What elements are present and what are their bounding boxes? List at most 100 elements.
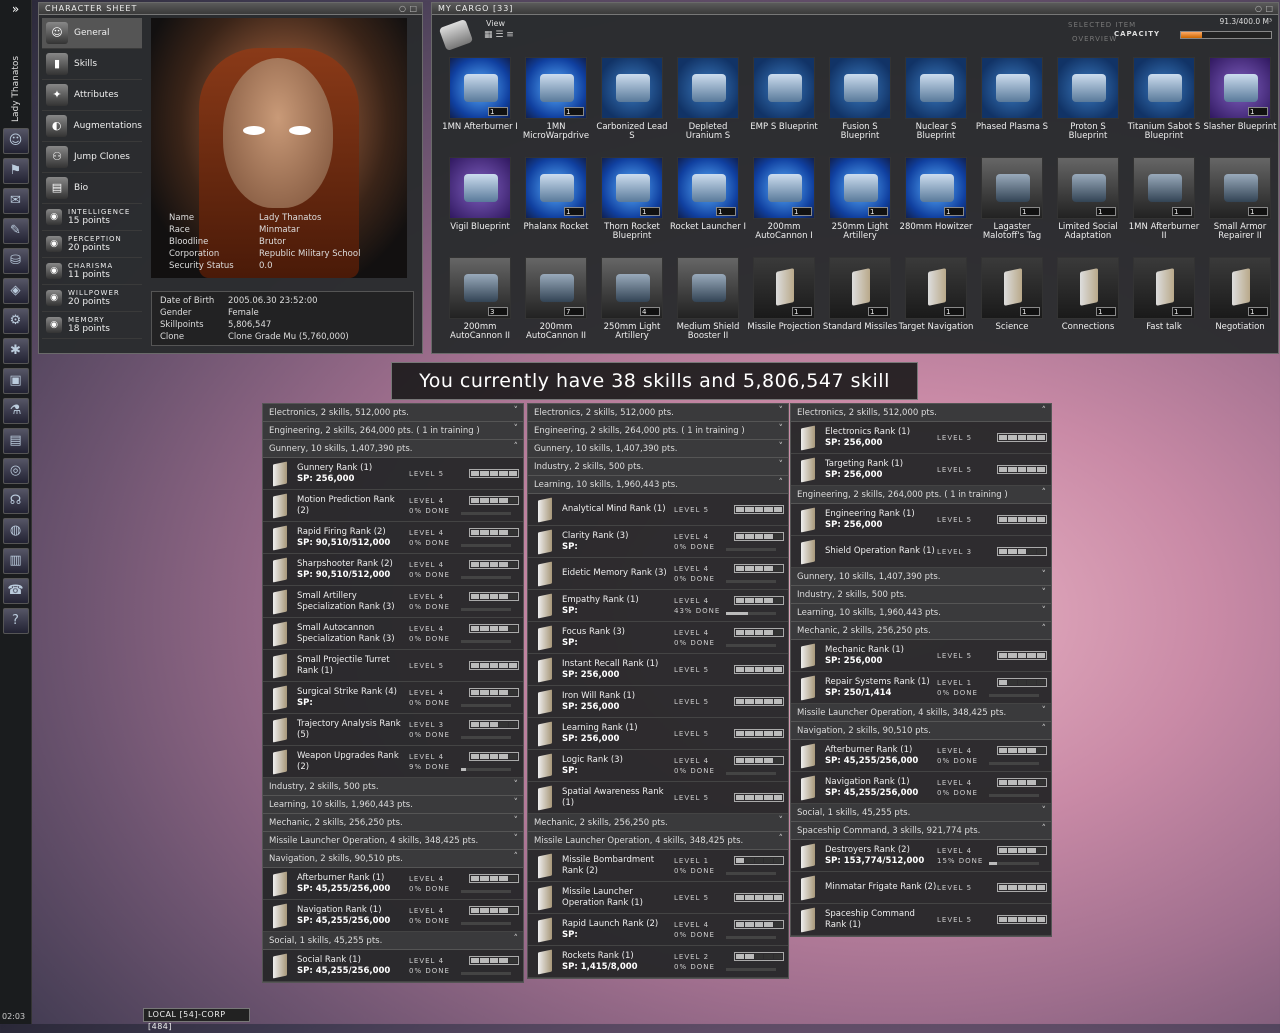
- skill-row[interactable]: Analytical Mind Rank (1) LEVEL 5: [528, 494, 788, 526]
- minimize-icon[interactable]: ○: [399, 4, 406, 13]
- skill-row[interactable]: Iron Will Rank (1) SP: 256,000 LEVEL 5: [528, 686, 788, 718]
- cargo-item[interactable]: 1 Science: [974, 257, 1050, 357]
- nav-jump-clones[interactable]: ⚇ Jump Clones: [42, 142, 142, 173]
- skill-group-header[interactable]: Engineering, 2 skills, 264,000 pts. ( 1 …: [528, 422, 788, 440]
- character-icon[interactable]: ☺: [2, 128, 29, 154]
- skill-row[interactable]: Targeting Rank (1) SP: 256,000 LEVEL 5: [791, 454, 1051, 486]
- skill-group-header[interactable]: Missile Launcher Operation, 4 skills, 34…: [791, 704, 1051, 722]
- assets-icon[interactable]: ⚙: [2, 308, 29, 334]
- cargo-item[interactable]: Vigil Blueprint: [442, 157, 518, 257]
- cargo-item[interactable]: 1 Small Armor Repairer II: [1202, 157, 1278, 257]
- skill-group-header[interactable]: Spaceship Command, 3 skills, 921,774 pts…: [791, 822, 1051, 840]
- collapse-toggle-icon[interactable]: ˄: [514, 852, 519, 862]
- nav-general[interactable]: ☺ General: [42, 18, 142, 49]
- cargo-item[interactable]: Carbonized Lead S: [594, 57, 670, 157]
- skill-group-header[interactable]: Industry, 2 skills, 500 pts. ˅: [528, 458, 788, 476]
- skill-group-header[interactable]: Mechanic, 2 skills, 256,250 pts. ˅: [528, 814, 788, 832]
- skill-row[interactable]: Learning Rank (1) SP: 256,000 LEVEL 5: [528, 718, 788, 750]
- skill-row[interactable]: Navigation Rank (1) SP: 45,255/256,000 LEV…: [263, 900, 523, 932]
- help-icon[interactable]: ?: [2, 608, 29, 634]
- collapse-toggle-icon[interactable]: ˄: [779, 834, 784, 844]
- ship-icon[interactable]: ▣: [2, 368, 29, 394]
- calculator-icon[interactable]: ▤: [2, 428, 29, 454]
- skill-row[interactable]: Small Autocannon Specialization Rank (3)…: [263, 618, 523, 650]
- collapse-toggle-icon[interactable]: ˅: [779, 816, 784, 826]
- cargo-item[interactable]: 1 Lagaster Malotoff's Tag: [974, 157, 1050, 257]
- cargo-item[interactable]: Fusion S Blueprint: [822, 57, 898, 157]
- skill-group-header[interactable]: Social, 1 skills, 45,255 pts. ˄: [263, 932, 523, 950]
- cargo-item[interactable]: Nuclear S Blueprint: [898, 57, 974, 157]
- skill-group-header[interactable]: Navigation, 2 skills, 90,510 pts. ˄: [791, 722, 1051, 740]
- cargo-item[interactable]: 1 250mm Light Artillery: [822, 157, 898, 257]
- collapse-toggle-icon[interactable]: ˅: [1042, 570, 1047, 580]
- nav-bio[interactable]: ▤ Bio: [42, 173, 142, 204]
- map-icon[interactable]: ◈: [2, 278, 29, 304]
- skill-row[interactable]: Social Rank (1) SP: 45,255/256,000 LEVEL 4…: [263, 950, 523, 982]
- collapse-toggle-icon[interactable]: ˄: [1042, 624, 1047, 634]
- cargo-item[interactable]: Medium Shield Booster II: [670, 257, 746, 357]
- cargo-item[interactable]: 1 Target Navigation: [898, 257, 974, 357]
- skill-row[interactable]: Sharpshooter Rank (2) SP: 90,510/512,000 L…: [263, 554, 523, 586]
- cargo-item[interactable]: 1 1MN Afterburner II: [1126, 157, 1202, 257]
- cargo-item[interactable]: 1 Missile Projection: [746, 257, 822, 357]
- collapse-toggle-icon[interactable]: ˄: [1042, 724, 1047, 734]
- skill-row[interactable]: Missile Bombardment Rank (2) LEVEL 1 0% DO…: [528, 850, 788, 882]
- collapse-toggle-icon[interactable]: ˅: [514, 798, 519, 808]
- skill-row[interactable]: Focus Rank (3) SP: LEVEL 4 0% DONE: [528, 622, 788, 654]
- collapse-toggle-icon[interactable]: ˅: [779, 424, 784, 434]
- skill-row[interactable]: Trajectory Analysis Rank (5) LEVEL 3 0% DO…: [263, 714, 523, 746]
- collapse-toggle-icon[interactable]: ˅: [1042, 606, 1047, 616]
- character-sheet-title[interactable]: CHARACTER SHEET: [39, 3, 422, 15]
- skill-row[interactable]: Clarity Rank (3) SP: LEVEL 4 0% DONE: [528, 526, 788, 558]
- skill-group-header[interactable]: Learning, 10 skills, 1,960,443 pts. ˄: [528, 476, 788, 494]
- skill-row[interactable]: Small Projectile Turret Rank (1) LEVEL 5: [263, 650, 523, 682]
- cargo-item[interactable]: Depleted Uranium S: [670, 57, 746, 157]
- cargo-item[interactable]: 1 Connections: [1050, 257, 1126, 357]
- skill-group-header[interactable]: Social, 1 skills, 45,255 pts. ˅: [791, 804, 1051, 822]
- collapse-toggle-icon[interactable]: ˅: [779, 460, 784, 470]
- cargo-item[interactable]: 1 1MN Afterburner I: [442, 57, 518, 157]
- skill-row[interactable]: Instant Recall Rank (1) SP: 256,000 LEVEL …: [528, 654, 788, 686]
- contacts-icon[interactable]: ☊: [2, 488, 29, 514]
- collapse-toggle-icon[interactable]: ˅: [514, 816, 519, 826]
- skill-row[interactable]: Weapon Upgrades Rank (2) LEVEL 4 9% DONE: [263, 746, 523, 778]
- help-ring-icon[interactable]: ◎: [2, 458, 29, 484]
- cargo-title[interactable]: MY CARGO [33]: [432, 3, 1278, 15]
- collapse-toggle-icon[interactable]: ˅: [1042, 588, 1047, 598]
- skill-group-header[interactable]: Mechanic, 2 skills, 256,250 pts. ˅: [263, 814, 523, 832]
- nav-attributes[interactable]: ✦ Attributes: [42, 80, 142, 111]
- skill-row[interactable]: Engineering Rank (1) SP: 256,000 LEVEL 5: [791, 504, 1051, 536]
- nav-augmentations[interactable]: ◐ Augmentations: [42, 111, 142, 142]
- cargo-item[interactable]: 1 200mm AutoCannon I: [746, 157, 822, 257]
- skill-row[interactable]: Afterburner Rank (1) SP: 45,255/256,000 LE…: [263, 868, 523, 900]
- skill-group-header[interactable]: Mechanic, 2 skills, 256,250 pts. ˄: [791, 622, 1051, 640]
- cargo-item[interactable]: 1 Thorn Rocket Blueprint: [594, 157, 670, 257]
- science-icon[interactable]: ⚗: [2, 398, 29, 424]
- skill-row[interactable]: Afterburner Rank (1) SP: 45,255/256,000 LE…: [791, 740, 1051, 772]
- cargo-item[interactable]: 1 Fast talk: [1126, 257, 1202, 357]
- cargo-item[interactable]: 4 250mm Light Artillery: [594, 257, 670, 357]
- cargo-item[interactable]: EMP S Blueprint: [746, 57, 822, 157]
- people-icon[interactable]: ⚑: [2, 158, 29, 184]
- skill-row[interactable]: Rapid Launch Rank (2) SP: LEVEL 4 0% DONE: [528, 914, 788, 946]
- skill-row[interactable]: Empathy Rank (1) SP: LEVEL 4 43% DONE: [528, 590, 788, 622]
- skill-group-header[interactable]: Industry, 2 skills, 500 pts. ˅: [263, 778, 523, 796]
- skill-row[interactable]: Navigation Rank (1) SP: 45,255/256,000 LEV…: [791, 772, 1051, 804]
- skill-group-header[interactable]: Gunnery, 10 skills, 1,407,390 pts. ˅: [791, 568, 1051, 586]
- cargo-item[interactable]: 1 Slasher Blueprint: [1202, 57, 1278, 157]
- expand-icon[interactable]: »: [0, 0, 31, 20]
- collapse-toggle-icon[interactable]: ˅: [514, 834, 519, 844]
- skill-row[interactable]: Spaceship Command Rank (1) LEVEL 5: [791, 904, 1051, 936]
- nav-skills[interactable]: ▮ Skills: [42, 49, 142, 80]
- skill-row[interactable]: Repair Systems Rank (1) SP: 250/1,414 LEVE…: [791, 672, 1051, 704]
- cargo-item[interactable]: 1 Phalanx Rocket: [518, 157, 594, 257]
- collapse-toggle-icon[interactable]: ˄: [514, 442, 519, 452]
- cargo-item[interactable]: 1 Limited Social Adaptation: [1050, 157, 1126, 257]
- collapse-toggle-icon[interactable]: ˄: [514, 934, 519, 944]
- skill-row[interactable]: Missile Launcher Operation Rank (1) LEVEL…: [528, 882, 788, 914]
- skill-group-header[interactable]: Gunnery, 10 skills, 1,407,390 pts. ˅: [528, 440, 788, 458]
- collapse-toggle-icon[interactable]: ˅: [779, 442, 784, 452]
- minimize-icon[interactable]: ○: [1255, 4, 1262, 13]
- skill-group-header[interactable]: Electronics, 2 skills, 512,000 pts. ˅: [263, 404, 523, 422]
- collapse-toggle-icon[interactable]: ˅: [514, 780, 519, 790]
